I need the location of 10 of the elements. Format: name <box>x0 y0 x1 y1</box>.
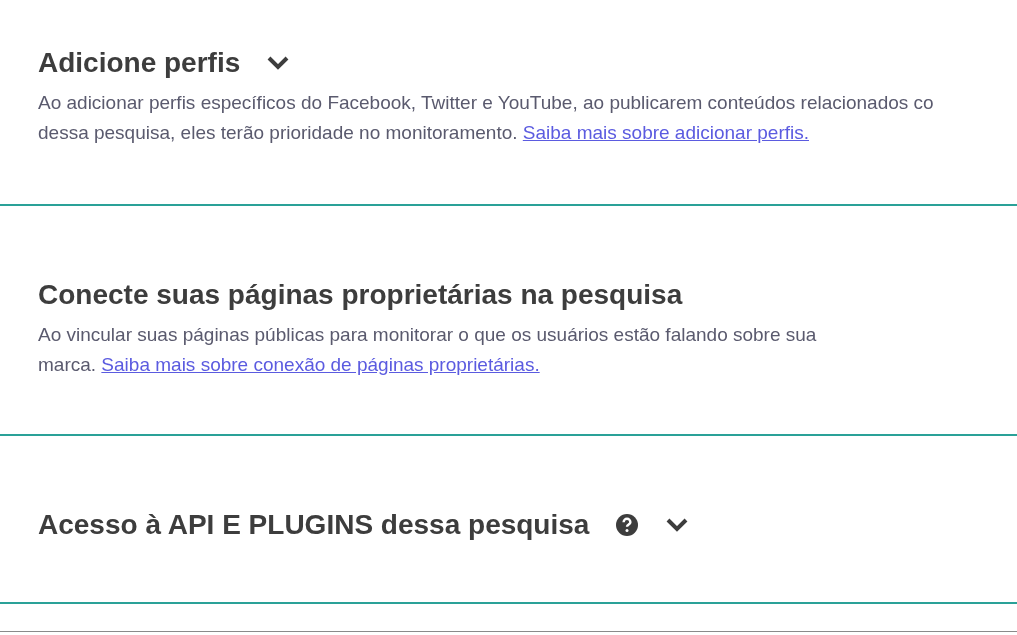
section-title: Conecte suas páginas proprietárias na pesquisa <box>38 278 683 312</box>
chevron-down-icon[interactable] <box>665 517 690 533</box>
section-title: Acesso à API E PLUGINS dessa pesquisa <box>38 508 590 542</box>
help-icon[interactable] <box>615 513 640 537</box>
section-title: Adicione perfis <box>38 46 241 80</box>
section-description: Ao adicionar perfis específicos do Facebook, Twitter e YouTube, ao publicarem conteúdos relacionados co dessa pesquisa, eles terão prioridade no monitoramento. Saiba mais sobre adicionar perfis. <box>38 91 935 145</box>
learn-more-link[interactable]: Saiba mais sobre adicionar perfis. <box>522 122 809 143</box>
chevron-down-icon[interactable] <box>266 55 291 71</box>
learn-more-link[interactable]: Saiba mais sobre conexão de páginas proprietárias. <box>101 354 540 375</box>
section-description: Ao vincular suas páginas públicas para monitorar o que os usuários estão falando sobre sua marca. Saiba mais sobre conexão de páginas proprietárias. <box>38 323 818 377</box>
